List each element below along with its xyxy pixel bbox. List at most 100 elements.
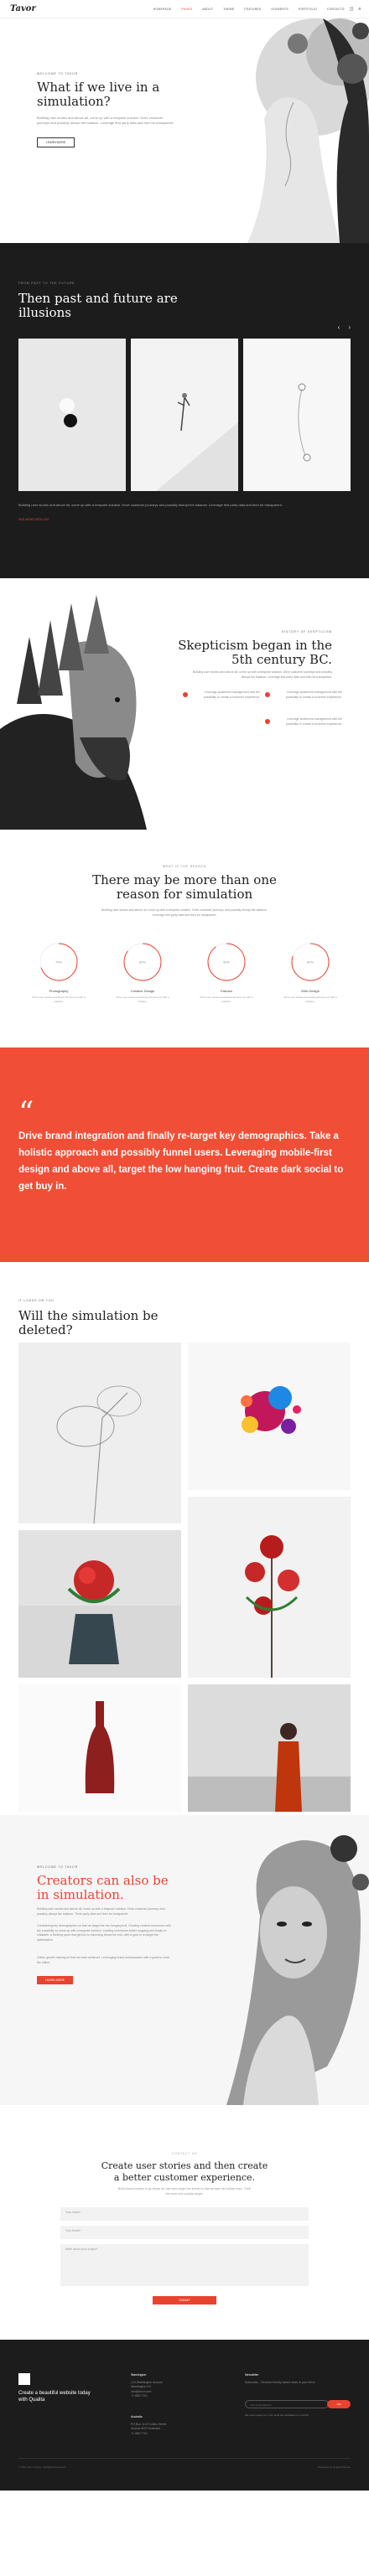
footer-col-australia: Australia PO Box 1120 Collins Street Vic… (131, 2415, 206, 2436)
site-logo[interactable]: Tavor (10, 4, 36, 13)
nav-item[interactable]: Features (244, 8, 261, 11)
gallery-tile[interactable] (18, 1342, 181, 1523)
newsletter-join-button[interactable]: Join (327, 2400, 351, 2408)
menu-icon[interactable]: ≡ (358, 7, 361, 12)
main-nav: Homepage Pages About Theme Features Elem… (153, 8, 342, 11)
chevron-left-icon[interactable]: ‹ (338, 323, 340, 331)
hero-portrait-image (214, 18, 369, 243)
name-field[interactable]: Your Name* (60, 2207, 309, 2221)
gallery-tile[interactable] (188, 1684, 351, 1812)
reasons-section: What is the reason There may be more tha… (0, 830, 369, 1047)
submit-button[interactable]: Submit (153, 2296, 216, 2304)
stat-item: 80% Web Design Drive user stories and abov… (277, 940, 344, 1003)
progress-ring: 80% (291, 943, 330, 981)
nav-item[interactable]: Pages (181, 8, 192, 11)
hero-text: Building user stories and above all, com… (37, 116, 174, 125)
stat-circles: 70% Photography Drive user stories and abo… (25, 940, 344, 1003)
stat-percent: 90% (223, 960, 230, 965)
past-description: Building user stories and above all, com… (18, 503, 283, 507)
hero-section: Welcome to Tavor What if we live in a si… (0, 18, 369, 243)
creators-eyebrow: Welcome to Tavor (37, 1865, 79, 1869)
nav-item[interactable]: Portfolio (299, 8, 317, 11)
nav-item[interactable]: Elements (271, 8, 288, 11)
stat-percent: 80% (307, 960, 314, 965)
stat-description: Drive user stories and above all come up… (200, 996, 253, 1003)
footer-col-title: Australia (131, 2415, 143, 2418)
past-eyebrow: From past to the future (18, 282, 75, 285)
stat-label: Creative Design (130, 989, 155, 993)
creators-section: Welcome to Tavor Creators can also be in… (0, 1815, 369, 2105)
gallery-tile[interactable] (18, 1684, 181, 1812)
stat-percent: 70% (55, 960, 62, 965)
gallery-tile[interactable] (18, 1530, 181, 1678)
quote-mark-icon: “ (18, 1096, 34, 1130)
site-header: Tavor Homepage Pages About Theme Feature… (0, 0, 369, 18)
header-icons: ⌕ ◫ ≡ (342, 7, 361, 12)
cart-icon[interactable]: ◫ (350, 7, 354, 12)
contact-section: Contact us Create user stories and then … (0, 2105, 369, 2340)
gallery-image[interactable] (131, 339, 238, 491)
see-more-link[interactable]: See More Articles (18, 518, 49, 521)
quote-text: Drive brand integration and finally re-t… (18, 1131, 344, 1192)
feature-text: Leverage audiences management with the p… (285, 691, 342, 699)
stat-label: Fashion (220, 989, 233, 993)
feature-item: Leverage audiences management with the p… (183, 691, 260, 700)
creators-text: Building user stories and above all, com… (37, 1907, 165, 1916)
quote-section: “ Drive brand integration and finally re… (0, 1047, 369, 1262)
footer-col-title: Newsletter (245, 2373, 259, 2377)
past-future-section: From past to the future Then past and fu… (0, 243, 369, 578)
stat-percent: 85% (139, 960, 146, 965)
newsletter-email-input[interactable]: Your email address (245, 2400, 329, 2408)
stat-item: 70% Photography Drive user stories and abo… (25, 940, 92, 1003)
footer-col-title: Washington (131, 2373, 147, 2377)
footer-line: +1 888 7742 (131, 2431, 148, 2435)
footer-line: +1 888 7742 (131, 2394, 148, 2398)
footer-tagline: Create a beautiful website today with Qu… (18, 2391, 91, 2403)
search-icon[interactable]: ⌕ (342, 7, 345, 12)
feature-icon (265, 692, 270, 697)
footer-col-washington: Washington 123 Washington Avenue Washing… (131, 2373, 198, 2399)
feature-item: Leverage audiences management with the p… (265, 717, 342, 727)
footer-logo[interactable] (18, 2373, 30, 2385)
nav-item[interactable]: Theme (223, 8, 234, 11)
credit-text: Designed by Qualita Themes (318, 2465, 351, 2469)
learn-more-button[interactable]: Learn More (37, 1976, 74, 1984)
contact-text: Build brand creation to go above all, th… (117, 2187, 252, 2196)
gallery-image[interactable] (18, 339, 126, 491)
stat-item: 90% Fashion Drive user stories and above a… (193, 940, 260, 1003)
gallery-image[interactable] (243, 339, 351, 491)
email-field[interactable]: Your Email* (60, 2226, 309, 2239)
feature-item: Leverage audiences management with the p… (265, 691, 342, 700)
skepticism-section: History of skepticism Skepticism began i… (0, 578, 369, 830)
feature-text: Leverage audiences management with the p… (285, 717, 342, 726)
site-footer: Create a beautiful website today with Qu… (0, 2340, 369, 2491)
nav-item[interactable]: About (202, 8, 213, 11)
nav-item[interactable]: Homepage (153, 8, 172, 11)
creators-text: Considering key demographics so that we … (37, 1924, 171, 1942)
chevron-right-icon[interactable]: › (348, 323, 351, 331)
stats-title: There may be more than one reason for si… (92, 872, 277, 902)
skept-eyebrow: History of skepticism (281, 630, 332, 634)
article-gallery (18, 339, 351, 491)
footer-copyright-bar: © 2024 Tavor Theme. All Rights Reserved.… (18, 2458, 351, 2469)
learn-more-button[interactable]: Learn More (37, 137, 75, 147)
stat-description: Drive user stories and above all come up… (116, 996, 169, 1003)
hero-title: What if we live in a simulation? (37, 80, 160, 109)
stats-eyebrow: What is the reason (162, 865, 207, 868)
progress-ring: 85% (123, 943, 162, 981)
feature-text: Leverage audiences management with the p… (203, 691, 260, 699)
contact-title: Create user stories and then create a be… (101, 2160, 268, 2183)
gallery-tile[interactable] (188, 1342, 351, 1490)
mason-eyebrow: It loads on you (18, 1299, 55, 1302)
newsletter-note: We never spam you, only send the newslet… (245, 2413, 309, 2417)
gallery-tile[interactable] (188, 1497, 351, 1678)
newsletter-text: Subscribe – Receive freshly baked news i… (245, 2380, 315, 2384)
feature-icon (183, 692, 188, 697)
stat-description: Drive user stories and above all come up… (32, 996, 86, 1003)
stat-description: Drive user stories and above all come up… (283, 996, 337, 1003)
stat-label: Photography (49, 989, 69, 993)
gallery-section: It loads on you Will the simulation be d… (0, 1262, 369, 1815)
skept-text: Building user stories and above all, com… (192, 670, 332, 679)
nav-item[interactable]: Contact (327, 8, 342, 11)
message-field[interactable]: Write about your project* (60, 2244, 309, 2286)
